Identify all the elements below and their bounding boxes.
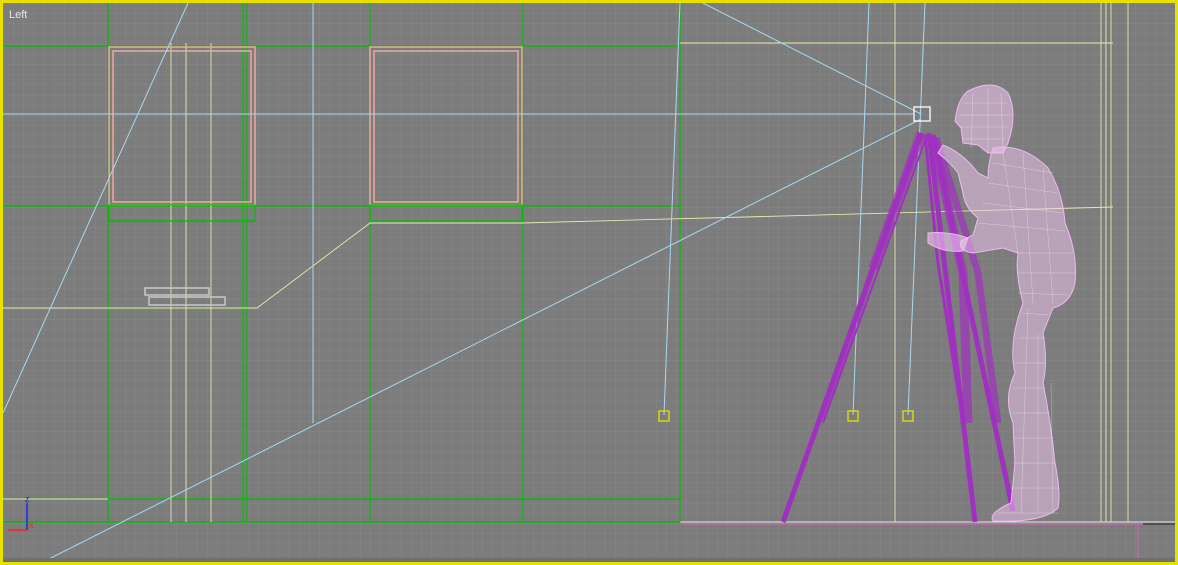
viewport-label[interactable]: Left	[9, 9, 27, 21]
axis-x-label: x	[29, 520, 34, 530]
left-viewport[interactable]: Left z x	[0, 0, 1178, 565]
viewport-scene: z x	[3, 3, 1175, 562]
viewport-bottom-strip	[3, 558, 1175, 562]
axis-z-label: z	[25, 494, 30, 504]
